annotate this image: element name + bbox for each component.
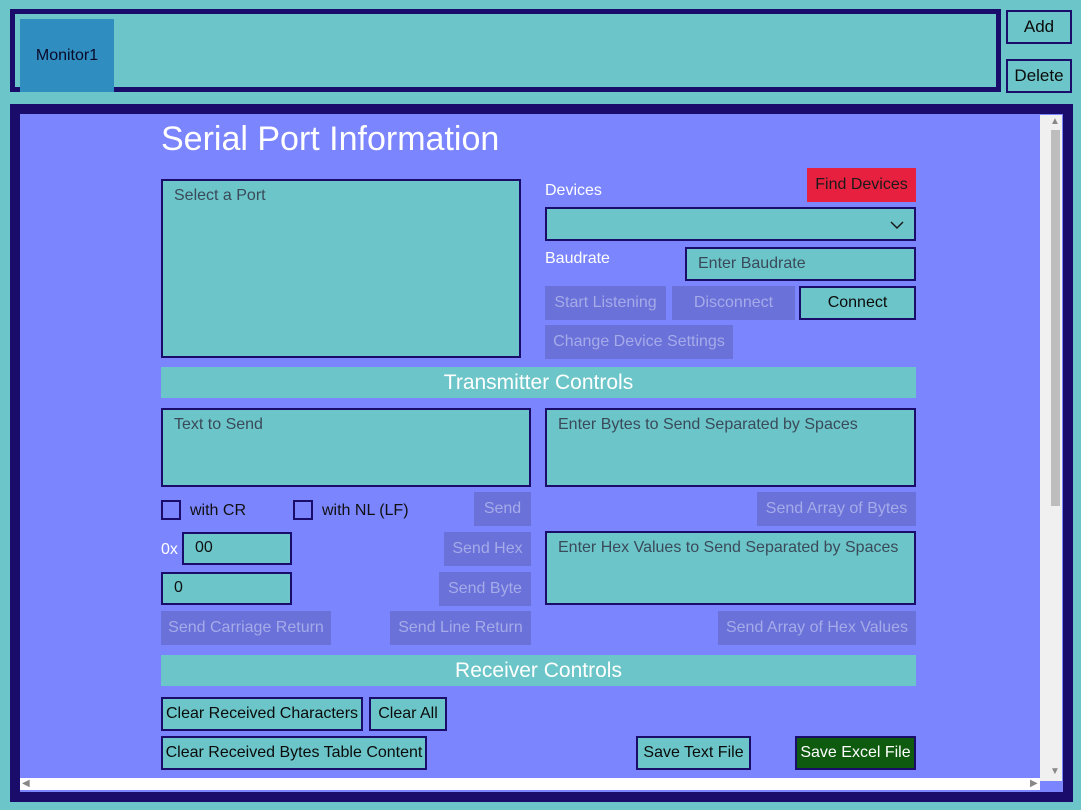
send-byte-button[interactable]: Send Byte (439, 572, 531, 606)
find-devices-button[interactable]: Find Devices (807, 168, 916, 202)
with-nl-checkbox[interactable] (293, 500, 313, 520)
send-array-of-bytes-button[interactable]: Send Array of Bytes (757, 492, 916, 526)
scroll-right-icon[interactable]: ▶ (1030, 778, 1038, 789)
bytes-to-send-placeholder: Enter Bytes to Send Separated by Spaces (558, 416, 858, 433)
port-list[interactable]: Select a Port (161, 179, 521, 358)
with-nl-label: with NL (LF) (322, 502, 409, 519)
vertical-scroll-thumb[interactable] (1051, 130, 1060, 506)
devices-dropdown[interactable] (545, 207, 916, 241)
clear-all-button[interactable]: Clear All (369, 697, 447, 731)
send-carriage-return-button[interactable]: Send Carriage Return (161, 611, 331, 645)
port-list-placeholder: Select a Port (174, 187, 266, 204)
byte-value: 0 (174, 579, 183, 596)
scroll-left-icon[interactable]: ◀ (22, 778, 30, 789)
baudrate-input[interactable]: Enter Baudrate (685, 247, 916, 281)
add-button[interactable]: Add (1006, 10, 1072, 44)
transmitter-controls-header: Transmitter Controls (161, 367, 916, 398)
hex-prefix-label: 0x (161, 541, 178, 558)
horizontal-scrollbar[interactable] (20, 778, 1040, 790)
with-cr-checkbox[interactable] (161, 500, 181, 520)
delete-button[interactable]: Delete (1006, 59, 1072, 93)
clear-received-bytes-table-button[interactable]: Clear Received Bytes Table Content (161, 736, 427, 770)
hex-value: 00 (195, 539, 213, 556)
save-excel-file-button[interactable]: Save Excel File (795, 736, 916, 770)
start-listening-button[interactable]: Start Listening (545, 286, 666, 320)
bytes-to-send-input[interactable]: Enter Bytes to Send Separated by Spaces (545, 408, 916, 487)
send-button[interactable]: Send (474, 492, 531, 526)
baudrate-placeholder: Enter Baudrate (698, 255, 806, 272)
receiver-controls-header: Receiver Controls (161, 655, 916, 686)
hex-value-input[interactable]: 00 (182, 532, 292, 565)
send-hex-button[interactable]: Send Hex (444, 532, 531, 566)
hex-values-placeholder: Enter Hex Values to Send Separated by Sp… (558, 539, 899, 556)
baudrate-label: Baudrate (545, 250, 610, 267)
chevron-down-icon (890, 221, 904, 230)
page-title: Serial Port Information (161, 120, 500, 158)
send-array-of-hex-values-button[interactable]: Send Array of Hex Values (718, 611, 916, 645)
with-cr-label: with CR (190, 502, 247, 519)
change-device-settings-button[interactable]: Change Device Settings (545, 325, 733, 359)
save-text-file-button[interactable]: Save Text File (636, 736, 751, 770)
disconnect-button[interactable]: Disconnect (672, 286, 795, 320)
tab-strip: Monitor1 (10, 9, 1001, 92)
devices-label: Devices (545, 182, 602, 199)
clear-received-characters-button[interactable]: Clear Received Characters (161, 697, 363, 731)
send-line-return-button[interactable]: Send Line Return (390, 611, 531, 645)
hex-values-input[interactable]: Enter Hex Values to Send Separated by Sp… (545, 531, 916, 605)
scroll-down-icon[interactable]: ▼ (1050, 766, 1060, 777)
tab-monitor1[interactable]: Monitor1 (20, 19, 114, 92)
text-to-send-input[interactable]: Text to Send (161, 408, 531, 487)
byte-value-input[interactable]: 0 (161, 572, 292, 605)
scroll-up-icon[interactable]: ▲ (1050, 116, 1060, 127)
text-to-send-placeholder: Text to Send (174, 416, 263, 433)
connect-button[interactable]: Connect (799, 286, 916, 320)
